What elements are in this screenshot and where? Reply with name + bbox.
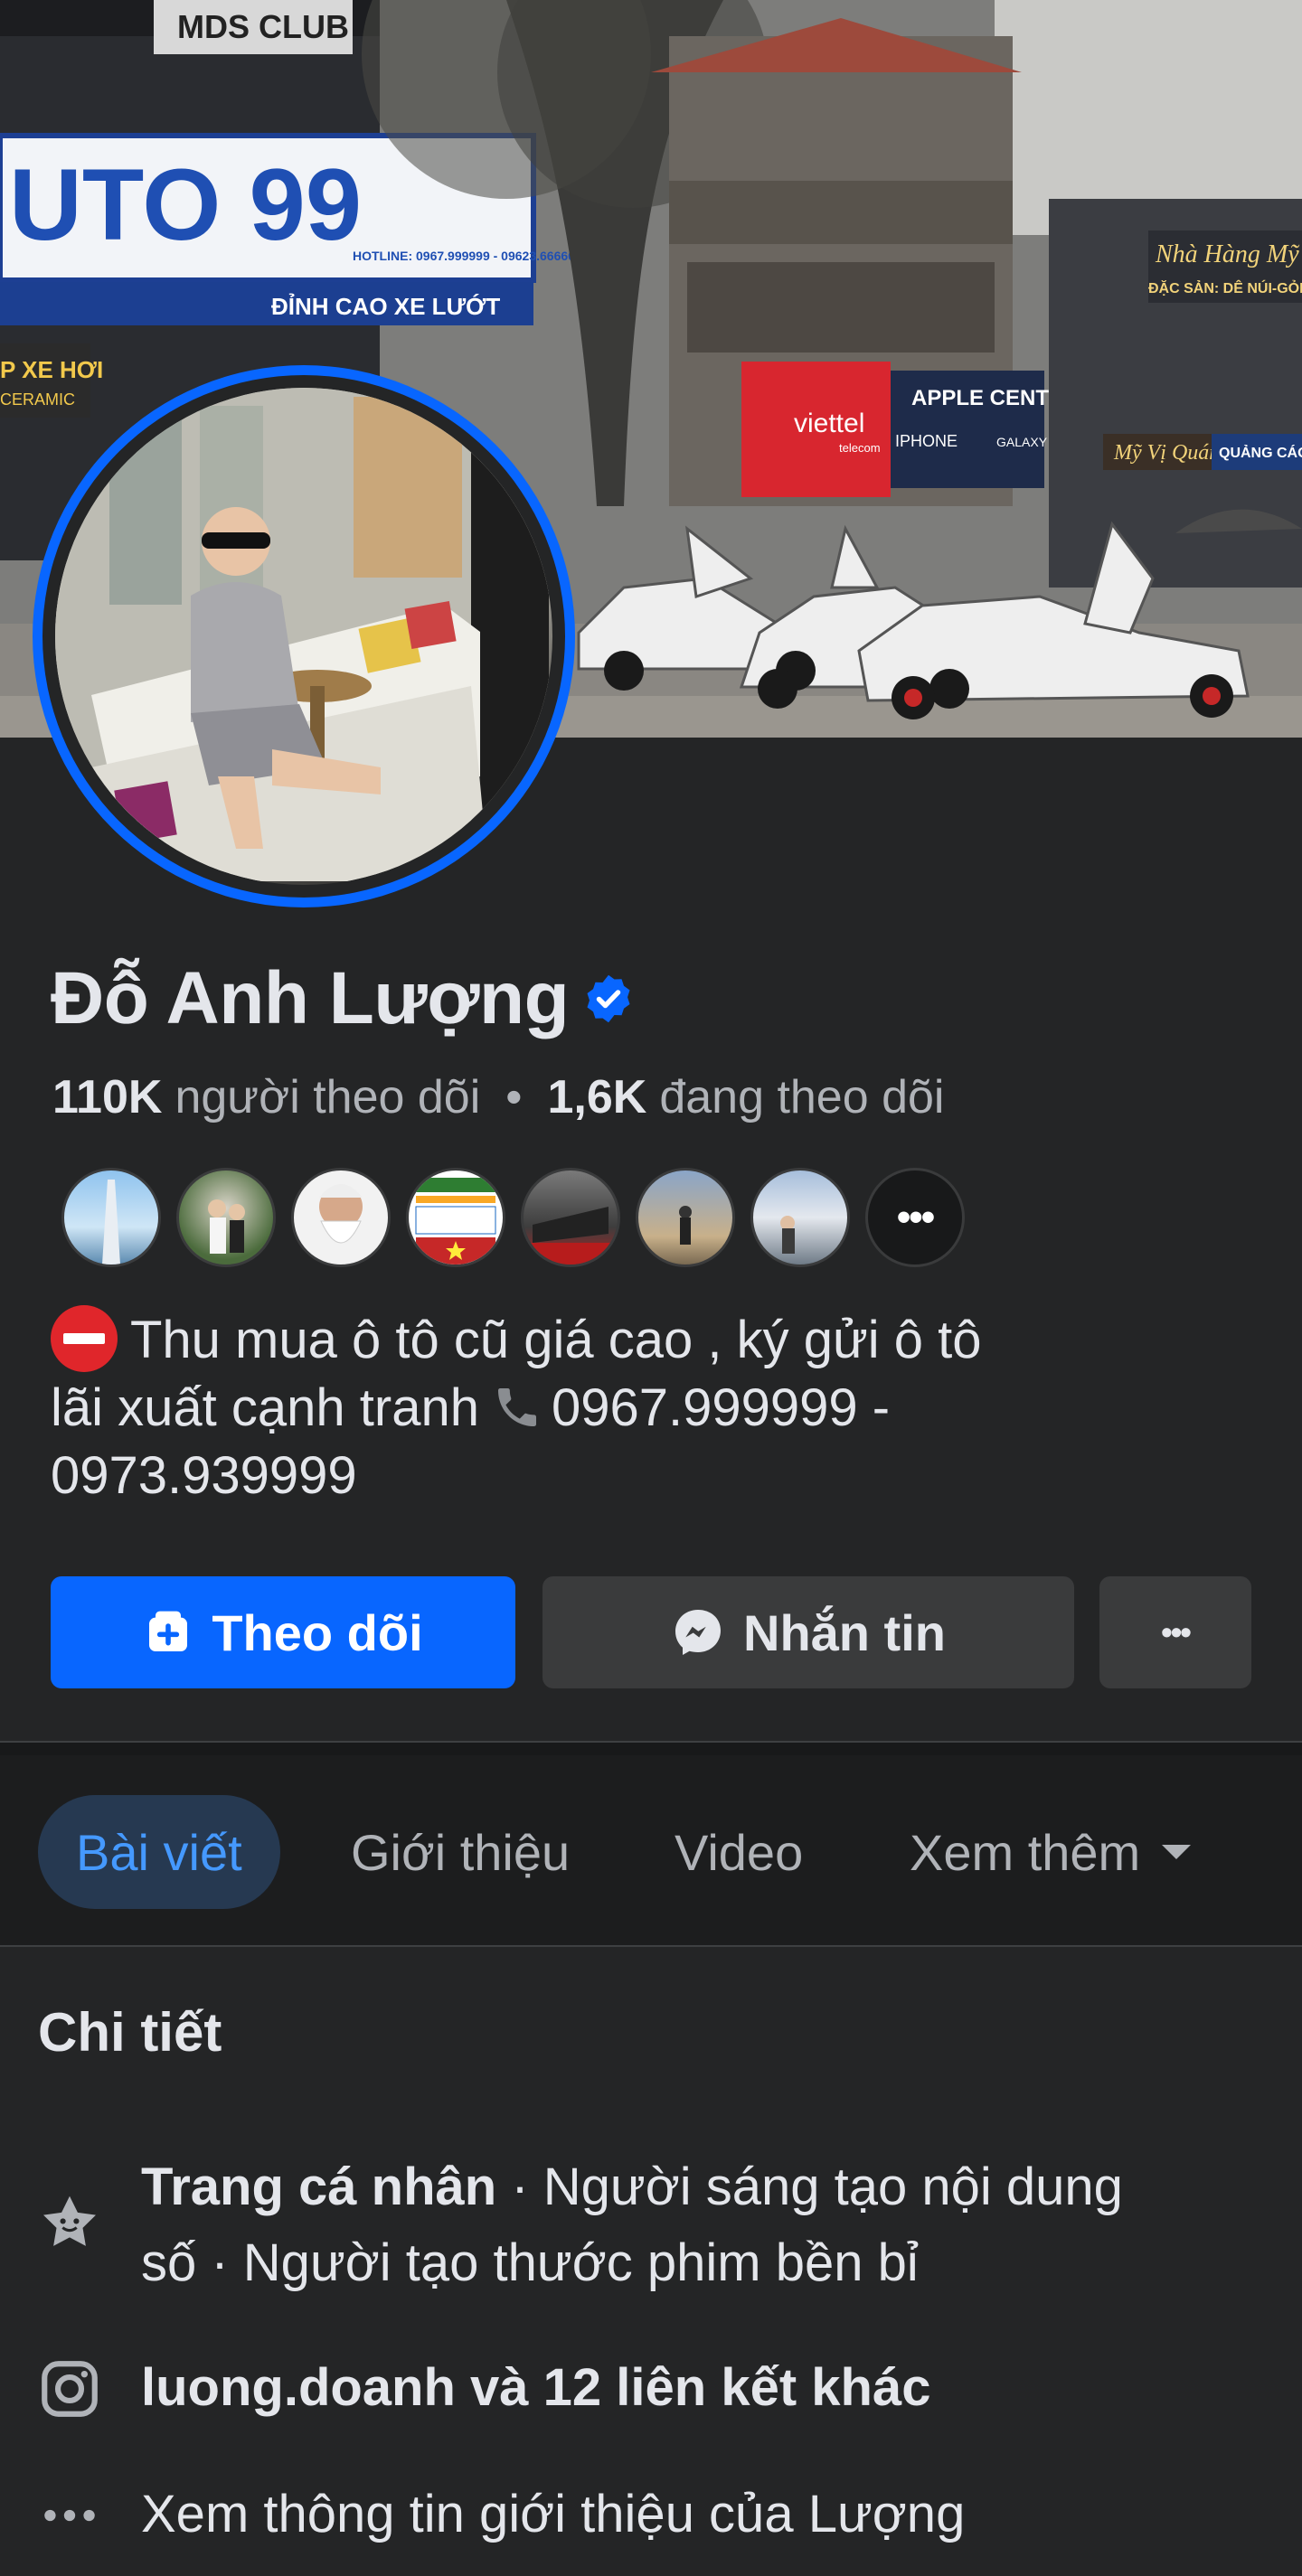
follower-avatar[interactable] <box>61 1168 161 1267</box>
tab-about[interactable]: Giới thiệu <box>351 1795 570 1909</box>
follower-avatar[interactable] <box>636 1168 735 1267</box>
more-dots-icon: ••• <box>896 1195 935 1239</box>
stats-separator: • <box>505 1071 523 1123</box>
links-label[interactable]: luong.doanh và 12 liên kết khác <box>141 2358 930 2417</box>
sign-hotline: HOTLINE: 0967.999999 - 09623.66666 <box>353 249 575 263</box>
details-heading: Chi tiết <box>38 2002 222 2063</box>
sign-iphone: IPHONE <box>895 432 958 450</box>
instagram-icon <box>42 2361 98 2417</box>
bio-line-2a: lãi xuất cạnh tranh <box>51 1378 479 1437</box>
follower-avatar[interactable] <box>176 1168 276 1267</box>
sign-dac-san: ĐẶC SẢN: DÊ NÚI-GỎI NHÍM <box>1148 279 1302 296</box>
tab-see-more[interactable]: Xem thêm <box>910 1795 1192 1909</box>
message-button[interactable]: Nhắn tin <box>542 1576 1074 1688</box>
sign-galaxy: GALAXY <box>996 435 1048 449</box>
follow-button-label: Theo dõi <box>212 1603 423 1661</box>
follow-stats: 110K người theo dõi • 1,6K đang theo dõi <box>52 1070 945 1124</box>
profile-tabs: Bài viết Giới thiệu Video Xem thêm <box>0 1755 1302 1947</box>
sign-club: MDS CLUB <box>177 8 349 45</box>
followers-count[interactable]: 110K <box>52 1070 162 1124</box>
category-label: Trang cá nhân <box>141 2158 497 2216</box>
follow-add-icon <box>149 1611 188 1651</box>
more-options-icon: ••• <box>1161 1613 1192 1650</box>
tabs-divider <box>0 1945 1302 1947</box>
profile-avatar[interactable] <box>33 365 575 907</box>
tab-video[interactable]: Video <box>675 1795 803 1909</box>
following-count[interactable]: 1,6K <box>547 1070 646 1124</box>
phone-icon <box>497 1388 536 1426</box>
profile-name: Đỗ Anh Lượng <box>51 957 570 1039</box>
more-options-button[interactable]: ••• <box>1099 1576 1251 1688</box>
follower-avatar[interactable] <box>521 1168 620 1267</box>
sign-dinh-cao: ĐỈNH CAO XE LƯỚT <box>271 293 500 320</box>
category-rest-1: · Người sáng tạo nội dung <box>496 2158 1123 2216</box>
follower-avatar[interactable] <box>406 1168 505 1267</box>
star-badge-icon <box>43 2195 96 2246</box>
caret-down-icon <box>1162 1845 1192 1859</box>
bio-line-3: 0973.939999 <box>51 1446 357 1505</box>
message-button-label: Nhắn tin <box>743 1603 946 1661</box>
messenger-icon <box>675 1610 721 1655</box>
following-label[interactable]: đang theo dõi <box>659 1070 944 1124</box>
sign-quang-cao: QUẢNG CÁO <box>1219 444 1302 461</box>
sign-telecom: telecom <box>839 441 881 455</box>
mutual-followers-row: ••• <box>61 1168 965 1267</box>
sign-auto: UTO 99 <box>9 148 362 261</box>
no-entry-icon <box>51 1305 118 1372</box>
verified-badge-icon[interactable] <box>581 972 636 1026</box>
more-horizontal-icon <box>44 2509 95 2522</box>
category-rest-2: số · Người tạo thước phim bền bỉ <box>141 2233 919 2292</box>
tab-see-more-label: Xem thêm <box>910 1823 1141 1881</box>
follower-avatar[interactable] <box>291 1168 391 1267</box>
follow-button[interactable]: Theo dõi <box>51 1576 515 1688</box>
sign-nha-hang: Nhà Hàng Mỹ Vị <box>1155 240 1302 268</box>
follower-avatar[interactable] <box>750 1168 850 1267</box>
bio-line-2b: 0967.999999 - <box>551 1378 891 1437</box>
bio-line-1: Thu mua ô tô cũ giá cao , ký gửi ô tô <box>130 1311 982 1369</box>
sign-viettel: viettel <box>794 409 864 438</box>
profile-photo <box>55 388 552 885</box>
tab-posts[interactable]: Bài viết <box>38 1795 280 1909</box>
profile-bio: Thu mua ô tô cũ giá cao , ký gửi ô tô lã… <box>51 1305 1136 1509</box>
sign-xe-hoi: P XE HƠI <box>0 356 103 383</box>
see-about-label[interactable]: Xem thông tin giới thiệu của Lượng <box>141 2485 965 2543</box>
section-divider <box>0 1741 1302 1755</box>
followers-label[interactable]: người theo dõi <box>175 1070 480 1124</box>
sign-my-vi-quan: Mỹ Vị Quán <box>1113 441 1220 465</box>
more-followers-button[interactable]: ••• <box>865 1168 965 1267</box>
